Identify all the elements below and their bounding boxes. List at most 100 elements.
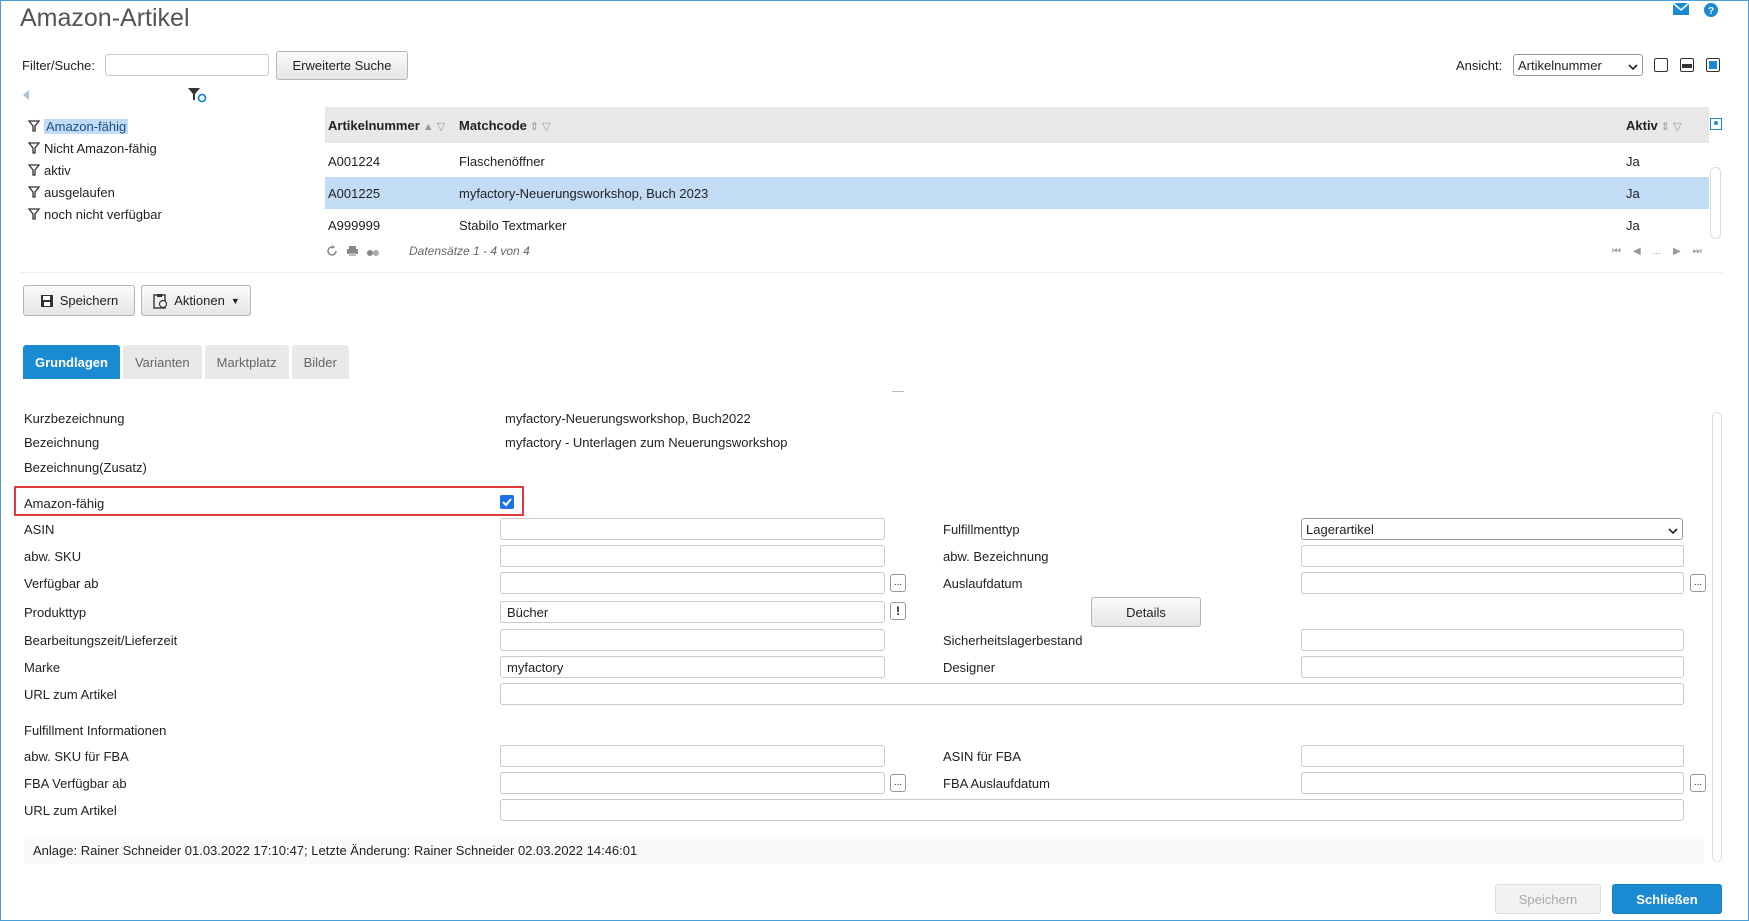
kurzbezeichnung-label: Kurzbezeichnung bbox=[24, 411, 125, 426]
search-input[interactable] bbox=[105, 54, 269, 76]
asin-fba-input[interactable] bbox=[1301, 745, 1684, 767]
tab-grundlagen[interactable]: Grundlagen bbox=[23, 345, 120, 379]
column-header-aktiv[interactable]: Aktiv ⇕ ▽ bbox=[1626, 118, 1682, 133]
produkttyp-input[interactable] bbox=[500, 601, 885, 623]
save-toolbar-button[interactable]: Speichern bbox=[23, 285, 135, 316]
bearbeitungszeit-label: Bearbeitungszeit/Lieferzeit bbox=[24, 633, 178, 648]
abw-bezeichnung-input[interactable] bbox=[1301, 545, 1684, 567]
filter-icon bbox=[28, 208, 40, 220]
tab-bilder[interactable]: Bilder bbox=[291, 345, 349, 379]
article-grid: Artikelnummer ▲ ▽ Matchcode ⇕ ▽ Aktiv ⇕ ▽ A… bbox=[325, 107, 1722, 241]
save-button-label: Speichern bbox=[1518, 891, 1578, 907]
produkttyp-info-button[interactable]: ! bbox=[890, 602, 906, 620]
cell-artikelnummer: A999999 bbox=[328, 217, 381, 233]
last-page-icon[interactable]: ⏭ bbox=[1693, 246, 1702, 257]
filter-item-amazon-faehig[interactable]: Amazon-fähig bbox=[28, 115, 162, 137]
designer-input[interactable] bbox=[1301, 656, 1684, 678]
fba-url-input[interactable] bbox=[500, 799, 1684, 821]
save-icon bbox=[40, 294, 53, 307]
date-picker-button[interactable]: ... bbox=[890, 774, 906, 792]
actions-button[interactable]: Aktionen ▼ bbox=[141, 285, 251, 316]
grid-header: Artikelnummer ▲ ▽ Matchcode ⇕ ▽ Aktiv ⇕ ▽ bbox=[325, 107, 1722, 143]
filter-icon bbox=[28, 186, 40, 198]
next-page-icon[interactable]: ▶ bbox=[1673, 246, 1681, 257]
refresh-icon[interactable] bbox=[326, 245, 338, 260]
collapse-left-icon[interactable] bbox=[22, 89, 30, 104]
fba-verfuegbar-ab-input[interactable] bbox=[500, 772, 885, 794]
auslaufdatum-label: Auslaufdatum bbox=[943, 576, 1023, 591]
asin-input[interactable] bbox=[500, 518, 885, 540]
tab-marktplatz[interactable]: Marktplatz bbox=[204, 345, 289, 379]
sicherheitslagerbestand-input[interactable] bbox=[1301, 629, 1684, 651]
table-row[interactable]: A001225 myfactory-Neuerungsworkshop, Buc… bbox=[325, 177, 1709, 209]
column-chooser-icon[interactable] bbox=[1710, 118, 1722, 133]
view-select[interactable]: Artikelnummer bbox=[1513, 54, 1643, 76]
column-header-label: Artikelnummer bbox=[328, 117, 420, 133]
filter-settings-icon[interactable] bbox=[187, 87, 207, 106]
amazon-faehig-checkbox[interactable] bbox=[500, 495, 514, 509]
advanced-search-button[interactable]: Erweiterte Suche bbox=[276, 51, 408, 80]
table-row[interactable]: A999999 Stabilo Textmarker Ja bbox=[325, 209, 1709, 241]
abw-sku-input[interactable] bbox=[500, 545, 885, 567]
auslaufdatum-input[interactable] bbox=[1301, 572, 1684, 594]
fulfillmenttyp-value: Lagerartikel bbox=[1306, 521, 1374, 537]
status-text: Anlage: Rainer Schneider 01.03.2022 17:1… bbox=[33, 843, 638, 858]
filter-item-label: Nicht Amazon-fähig bbox=[44, 140, 157, 156]
cell-aktiv: Ja bbox=[1626, 185, 1640, 201]
date-picker-button[interactable]: ... bbox=[1690, 574, 1706, 592]
filter-item-nicht-amazon-faehig[interactable]: Nicht Amazon-fähig bbox=[28, 137, 162, 159]
close-button[interactable]: Schließen bbox=[1612, 884, 1722, 914]
sort-filter-icon: ⇕ ▽ bbox=[1660, 120, 1682, 133]
filter-item-ausgelaufen[interactable]: ausgelaufen bbox=[28, 181, 162, 203]
fba-auslaufdatum-input[interactable] bbox=[1301, 772, 1684, 794]
advanced-search-label: Erweiterte Suche bbox=[292, 58, 392, 73]
splitter-handle[interactable] bbox=[892, 391, 904, 392]
marke-input[interactable] bbox=[500, 656, 885, 678]
filter-item-label: Amazon-fähig bbox=[44, 118, 129, 134]
amazon-faehig-label: Amazon-fähig bbox=[24, 496, 105, 511]
svg-text:?: ? bbox=[1708, 6, 1714, 17]
column-header-label: Matchcode bbox=[459, 117, 527, 133]
bearbeitungszeit-input[interactable] bbox=[500, 629, 885, 651]
abw-sku-label: abw. SKU bbox=[24, 549, 82, 564]
export-icon[interactable] bbox=[366, 246, 380, 261]
mail-icon[interactable] bbox=[1672, 2, 1690, 18]
filter-item-aktiv[interactable]: aktiv bbox=[28, 159, 162, 181]
view-single-icon[interactable] bbox=[1654, 58, 1668, 72]
bezeichnung-zusatz-label: Bezeichnung(Zusatz) bbox=[24, 460, 147, 475]
fba-verfuegbar-ab-label: FBA Verfügbar ab bbox=[24, 776, 127, 791]
close-button-label: Schließen bbox=[1636, 891, 1698, 907]
grid-scrollbar[interactable] bbox=[1710, 167, 1721, 239]
save-button[interactable]: Speichern bbox=[1495, 884, 1601, 914]
filter-item-label: aktiv bbox=[44, 162, 71, 178]
first-page-icon[interactable]: ⏮ bbox=[1612, 246, 1621, 257]
url-input[interactable] bbox=[500, 683, 1684, 705]
filter-item-noch-nicht-verfuegbar[interactable]: noch nicht verfügbar bbox=[28, 203, 162, 225]
pager-ellipsis: ... bbox=[1652, 246, 1662, 257]
date-picker-button[interactable]: ... bbox=[1690, 774, 1706, 792]
details-label: Details bbox=[1126, 604, 1166, 620]
verfuegbar-ab-label: Verfügbar ab bbox=[24, 576, 99, 591]
print-icon[interactable] bbox=[346, 245, 359, 260]
column-header-artikelnummer[interactable]: Artikelnummer ▲ ▽ bbox=[328, 118, 445, 133]
url-label: URL zum Artikel bbox=[24, 687, 117, 702]
form-scrollbar[interactable] bbox=[1712, 412, 1722, 862]
fulfillmenttyp-select[interactable]: Lagerartikel bbox=[1301, 518, 1683, 540]
produkttyp-label: Produkttyp bbox=[24, 605, 87, 620]
table-row[interactable]: A001224 Flaschenöffner Ja bbox=[325, 145, 1709, 177]
details-button[interactable]: Details bbox=[1091, 597, 1201, 627]
view-full-icon[interactable] bbox=[1706, 58, 1720, 72]
abw-sku-fba-input[interactable] bbox=[500, 745, 885, 767]
cell-artikelnummer: A001225 bbox=[328, 185, 381, 201]
verfuegbar-ab-input[interactable] bbox=[500, 572, 885, 594]
help-icon[interactable]: ? bbox=[1703, 2, 1721, 18]
tab-varianten[interactable]: Varianten bbox=[122, 345, 202, 379]
prev-page-icon[interactable]: ◀ bbox=[1633, 246, 1641, 257]
column-header-label: Aktiv bbox=[1626, 117, 1658, 133]
column-header-matchcode[interactable]: Matchcode ⇕ ▽ bbox=[459, 118, 551, 133]
clipboard-icon bbox=[153, 293, 168, 309]
sort-filter-icon: ⇕ ▽ bbox=[529, 120, 551, 133]
view-split-icon[interactable] bbox=[1680, 58, 1694, 72]
save-toolbar-label: Speichern bbox=[59, 293, 119, 308]
date-picker-button[interactable]: ... bbox=[890, 574, 906, 592]
